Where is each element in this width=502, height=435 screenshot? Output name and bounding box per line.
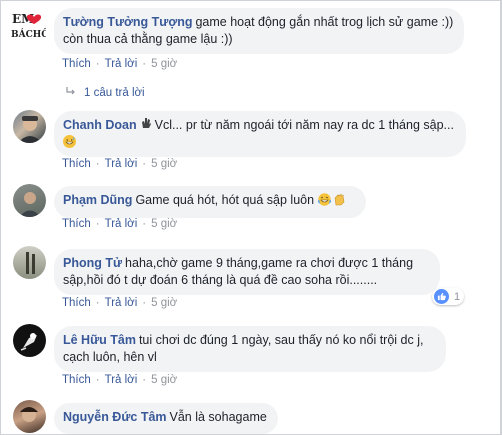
comment-bubble: Chanh Doan Vcl... pr từ năm ngoái tới nă… [54, 111, 466, 157]
wave-hand-emoji-icon [140, 117, 152, 134]
person-photo-avatar-icon[interactable] [13, 400, 46, 433]
comment-time[interactable]: 5 giờ [151, 374, 177, 386]
comment-text: Game quá hót, hót quá sập luôn [135, 193, 318, 207]
comment-time[interactable]: 5 giờ [151, 218, 177, 230]
reaction-badge[interactable]: 1 [432, 288, 465, 305]
comment-bubble: Phong Tử haha,chờ game 9 tháng,game ra ch… [54, 249, 440, 295]
clapping-hands-emoji-icon [333, 193, 346, 211]
comment-author[interactable]: Lê Hữu Tâm [63, 333, 136, 347]
svg-text:BÁCHỒ: BÁCHỒ [11, 27, 46, 40]
like-link[interactable]: Thích [62, 58, 91, 70]
comment-time[interactable]: 5 giờ [151, 58, 177, 70]
comment-bubble: Lê Hữu Tâm tui chơi dc đúng 1 ngày, sau t… [54, 326, 446, 372]
person-photo-avatar-icon[interactable] [13, 246, 46, 279]
comment-author[interactable]: Phạm Dũng [63, 193, 132, 207]
laughing-tears-emoji-icon [317, 193, 331, 206]
comment-actions: Thích · Trả lời · 5 giờ [62, 58, 178, 70]
person-photo-avatar-icon[interactable] [13, 184, 46, 217]
em-yeu-bac-ho-logo-icon[interactable]: EM BÁCHỒ [10, 8, 46, 44]
reply-link[interactable]: Trả lời [105, 374, 138, 386]
person-photo-avatar-icon[interactable] [13, 110, 46, 143]
comment-actions: Thích · Trả lời · 5 giờ [62, 374, 178, 386]
comment-actions: Thích · Trả lời · 5 giờ [62, 218, 178, 230]
like-link[interactable]: Thích [62, 218, 91, 230]
comment-actions: Thích · Trả lời · 5 giờ [62, 297, 178, 309]
reply-link[interactable]: Trả lời [105, 218, 138, 230]
comment-author[interactable]: Nguyễn Đức Tâm [63, 410, 167, 424]
grinning-sweat-emoji-icon [63, 135, 76, 148]
reply-link[interactable]: Trả lời [105, 58, 138, 70]
comment-time[interactable]: 5 giờ [151, 158, 177, 170]
comment-text: Vcl... pr từ năm ngoái tới năm nay ra dc… [154, 118, 454, 132]
like-link[interactable]: Thích [62, 297, 91, 309]
comment-bubble: Phạm Dũng Game quá hót, hót quá sập luôn [54, 186, 366, 218]
reply-arrow-icon [66, 86, 76, 99]
comment-author[interactable]: Phong Tử [63, 256, 122, 270]
replies-count-label: 1 câu trả lời [84, 87, 145, 99]
comment-text: Vẫn là sohagame [169, 410, 267, 424]
drawing-avatar-icon[interactable] [13, 324, 46, 357]
comment-actions: Thích · Trả lời · 5 giờ [62, 158, 178, 170]
like-link[interactable]: Thích [62, 374, 91, 386]
comment-time[interactable]: 5 giờ [151, 297, 177, 309]
like-link[interactable]: Thích [62, 158, 91, 170]
comment-author[interactable]: Chanh Doan [63, 118, 137, 132]
comment-bubble: Tường Tưởng Tượng game hoạt động gắn nhất… [54, 8, 464, 54]
reply-link[interactable]: Trả lời [105, 297, 138, 309]
comment-bubble: Nguyễn Đức Tâm Vẫn là sohagame [54, 403, 278, 434]
like-thumb-icon [434, 289, 449, 304]
view-replies-link[interactable]: 1 câu trả lời [66, 86, 145, 99]
reply-link[interactable]: Trả lời [105, 158, 138, 170]
reaction-count: 1 [454, 290, 461, 303]
comment-author[interactable]: Tường Tưởng Tượng [63, 15, 192, 29]
